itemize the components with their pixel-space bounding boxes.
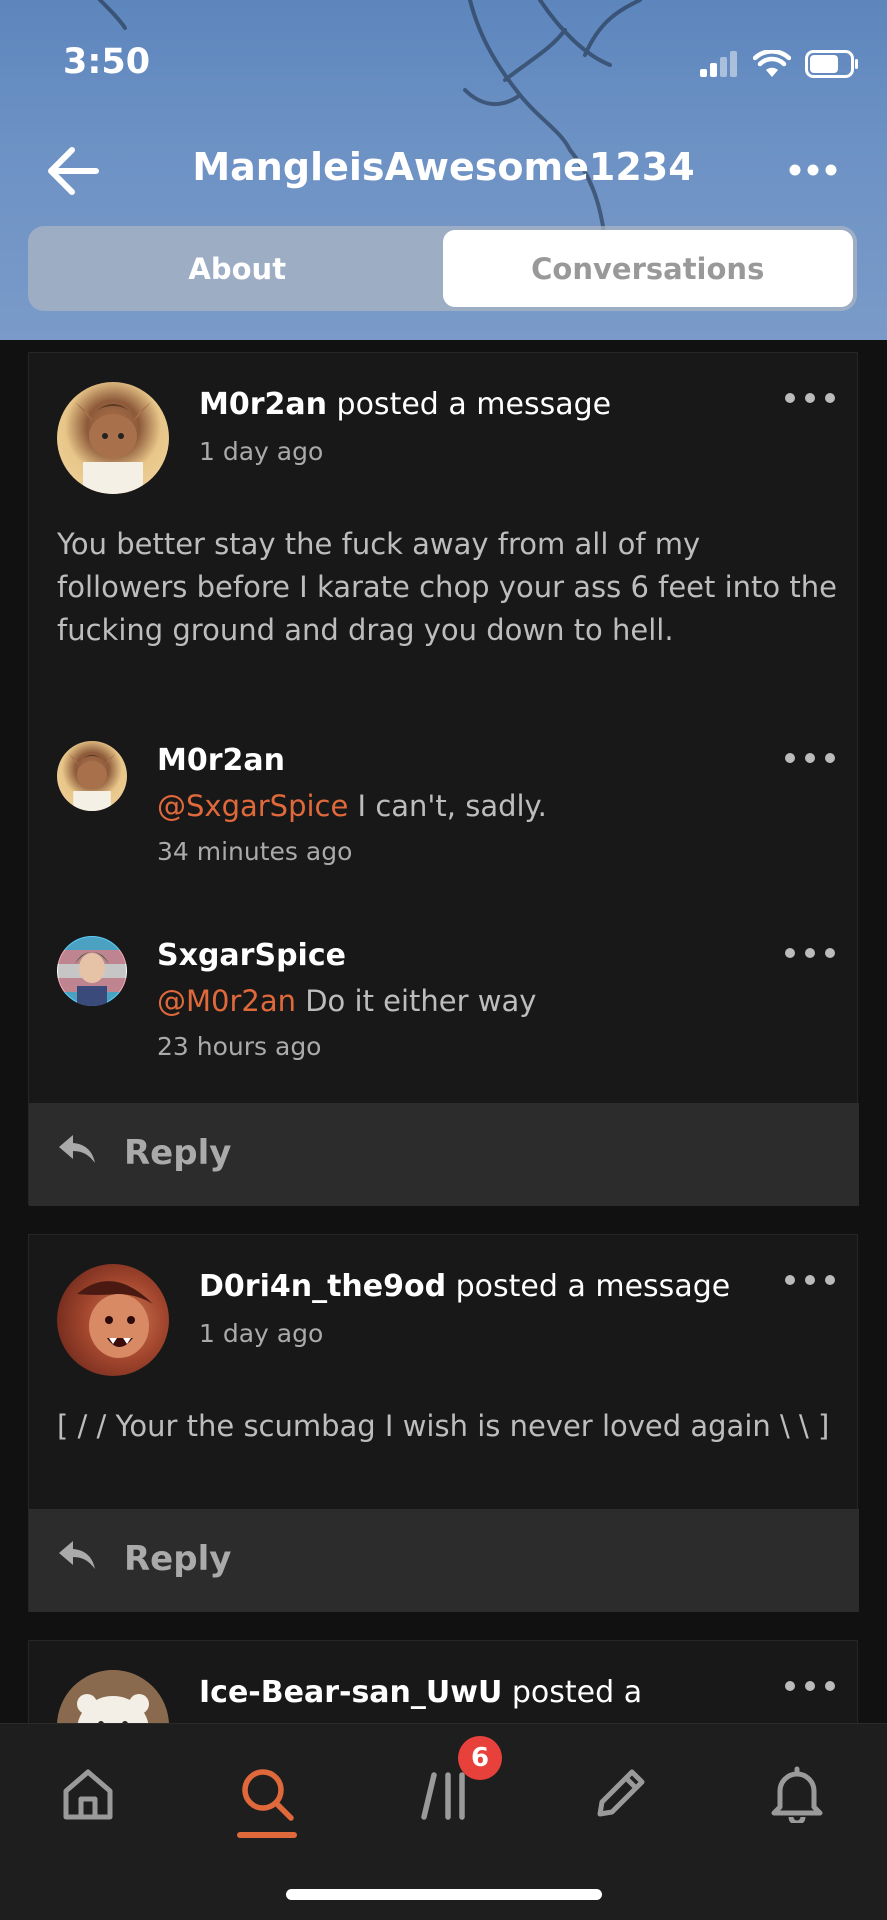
comment-more-button[interactable]: [785, 748, 835, 768]
post-author[interactable]: Ice-Bear-san_UwU: [199, 1675, 502, 1710]
post-action: posted a message: [446, 1269, 731, 1304]
reply-label: Reply: [124, 1133, 232, 1173]
post-card: D0ri4n_the9od posted a message 1 day ago…: [28, 1234, 859, 1612]
status-icons: [699, 50, 859, 78]
comment-body: Do it either way: [296, 984, 537, 1018]
chats-icon: [421, 1772, 465, 1820]
post-author-line: M0r2an posted a message: [199, 387, 611, 422]
home-icon: [63, 1769, 113, 1820]
header-more-button[interactable]: [785, 155, 841, 185]
profile-tabs: About Conversations: [28, 226, 857, 311]
avatar[interactable]: [57, 1264, 169, 1376]
comment-mention[interactable]: @M0r2an: [157, 984, 296, 1018]
signal-icon: [700, 51, 737, 77]
comment-author[interactable]: SxgarSpice: [157, 938, 346, 973]
post-more-button[interactable]: [785, 388, 835, 408]
post-author-line: Ice-Bear-san_UwU posted a: [199, 1675, 642, 1710]
post-time: 1 day ago: [199, 437, 324, 466]
post-time: 1 day ago: [199, 1319, 324, 1348]
avatar-art-icon: [58, 937, 126, 1006]
comment-time: 34 minutes ago: [157, 837, 353, 866]
post-author[interactable]: M0r2an: [199, 387, 327, 422]
comment-more-button[interactable]: [785, 943, 835, 963]
avatar-art-icon: [77, 1281, 153, 1358]
post-action: posted a message: [327, 387, 612, 422]
notification-badge: 6: [458, 1736, 502, 1780]
pencil-icon: [597, 1769, 645, 1817]
battery-icon: [805, 50, 858, 78]
wifi-icon: [753, 50, 791, 77]
post-more-button[interactable]: [785, 1676, 835, 1696]
comment-time: 23 hours ago: [157, 1032, 322, 1061]
search-icon: [242, 1769, 294, 1821]
more-icon: [789, 164, 837, 176]
status-time: 3:50: [63, 42, 151, 82]
comment-avatar[interactable]: [57, 936, 127, 1006]
post-body: You better stay the fuck away from all o…: [57, 527, 837, 647]
comment-author[interactable]: M0r2an: [157, 743, 285, 778]
reply-icon: [59, 1135, 95, 1163]
post-author-line: D0ri4n_the9od posted a message: [199, 1269, 730, 1304]
tab-home[interactable]: [48, 1754, 128, 1834]
home-indicator: [286, 1889, 602, 1900]
avatar[interactable]: [57, 382, 169, 494]
reply-button[interactable]: Reply: [29, 1509, 859, 1612]
status-bar: 3:50: [0, 0, 887, 120]
post-card: M0r2an posted a message 1 day ago You be…: [28, 352, 859, 1206]
comment-avatar[interactable]: [57, 741, 127, 811]
post-more-button[interactable]: [785, 1270, 835, 1290]
tab-notifications[interactable]: [757, 1754, 837, 1834]
tab-search[interactable]: [227, 1754, 307, 1834]
comment-text: @M0r2an Do it either way: [157, 984, 536, 1018]
tab-compose[interactable]: [580, 1754, 660, 1834]
comment-text: @SxgarSpice I can't, sadly.: [157, 789, 547, 823]
tab-conversations[interactable]: Conversations: [442, 230, 853, 307]
reply-icon: [59, 1541, 95, 1569]
bell-icon: [771, 1766, 823, 1823]
avatar-art-icon: [75, 402, 151, 494]
reply-button[interactable]: Reply: [29, 1103, 859, 1206]
tab-about[interactable]: About: [32, 230, 443, 307]
active-tab-indicator: [237, 1832, 297, 1838]
reply-label: Reply: [124, 1539, 232, 1579]
comment-body: I can't, sadly.: [348, 789, 547, 823]
post-action: posted a: [502, 1675, 643, 1710]
comment-mention[interactable]: @SxgarSpice: [157, 789, 348, 823]
avatar-art-icon: [68, 753, 116, 811]
post-body: [ / / Your the scumbag I wish is never l…: [57, 1409, 830, 1443]
nav-row: MangleisAwesome1234: [0, 135, 887, 205]
post-author[interactable]: D0ri4n_the9od: [199, 1269, 446, 1304]
page-title: MangleisAwesome1234: [192, 145, 695, 189]
profile-header: 3:50 MangleisAwesome1234 About Conversat…: [0, 0, 887, 340]
